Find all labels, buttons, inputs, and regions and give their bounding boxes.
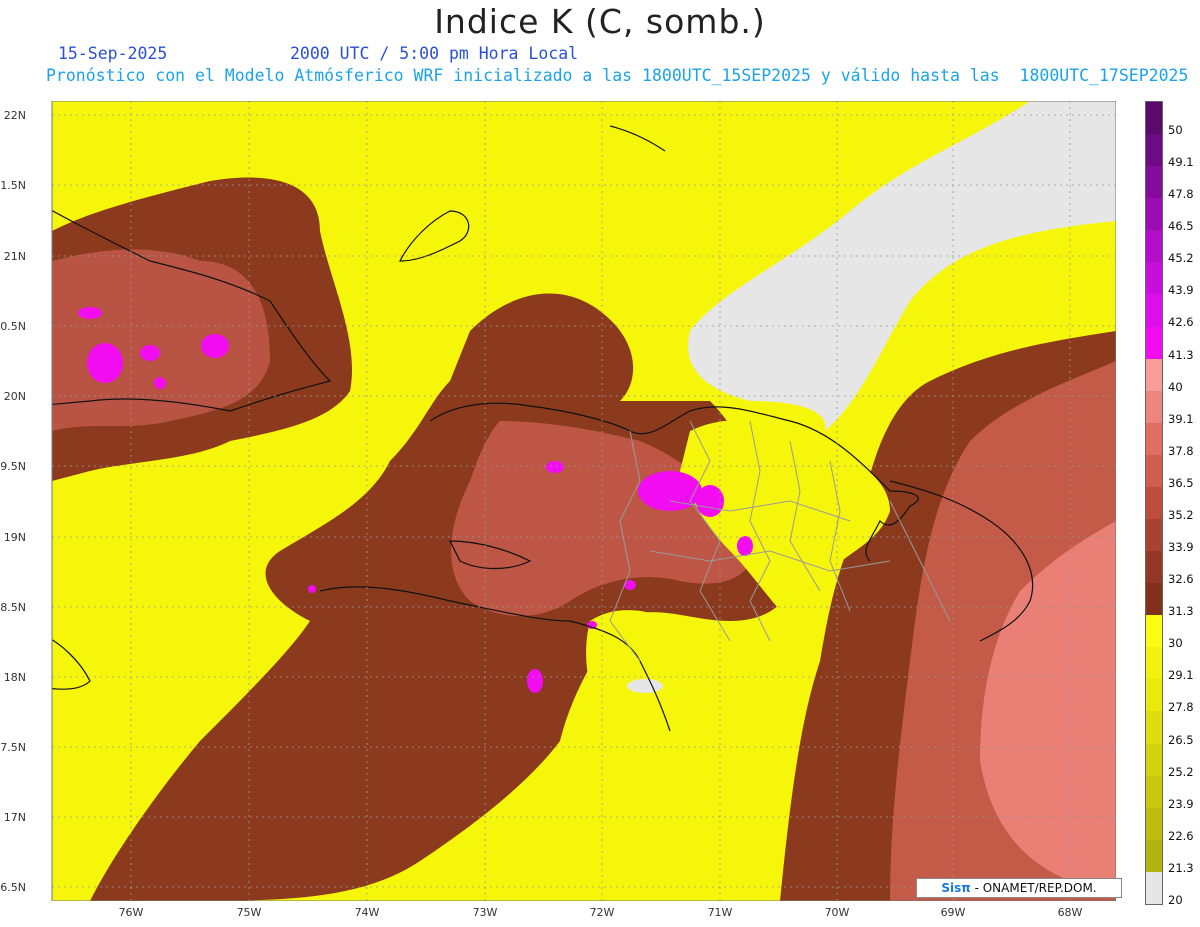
lon-label: 75W	[236, 906, 262, 919]
colorbar-label: 33.9	[1168, 540, 1194, 555]
k-index-map	[51, 101, 1116, 901]
colorbar-label: 47.8	[1168, 187, 1194, 202]
lat-label: 6.5N	[0, 881, 26, 894]
colorbar-segment	[1146, 807, 1162, 840]
lon-label: 73W	[472, 906, 498, 919]
colorbar-segment	[1146, 551, 1162, 584]
lat-label: 21N	[3, 250, 26, 263]
colorbar-label: 35.2	[1168, 507, 1194, 522]
colorbar-segment	[1146, 198, 1162, 231]
colorbar-segment	[1146, 839, 1162, 872]
magenta-patch-13	[308, 585, 316, 593]
colorbar-label: 27.8	[1168, 700, 1194, 715]
colorbar-label: 41.3	[1168, 347, 1194, 362]
colorbar-label: 23.9	[1168, 796, 1194, 811]
brand-logo: Sisπ	[941, 881, 971, 895]
colorbar-label: 32.6	[1168, 572, 1194, 587]
lat-label: 20N	[3, 390, 26, 403]
colorbar-segment	[1146, 615, 1162, 648]
colorbar-label: 50	[1168, 123, 1183, 137]
colorbar-segment	[1146, 647, 1162, 680]
magenta-patch-1	[87, 343, 123, 383]
colorbar-label: 39.1	[1168, 411, 1194, 426]
magenta-patch-8	[737, 536, 753, 556]
k-index-field-gray-spot	[627, 679, 663, 693]
colorbar-label: 49.1	[1168, 155, 1194, 170]
lat-label: 0.5N	[0, 320, 26, 333]
colorbar-segment	[1146, 422, 1162, 455]
colorbar	[1145, 101, 1163, 905]
colorbar-segment	[1146, 358, 1162, 391]
magenta-patch-4	[78, 307, 102, 319]
colorbar-label: 29.1	[1168, 668, 1194, 683]
magenta-patch-7	[696, 485, 724, 517]
colorbar-label: 46.5	[1168, 219, 1194, 234]
map-title: Indice K (C, somb.)	[434, 2, 766, 41]
colorbar-label: 30	[1168, 636, 1183, 651]
lon-label: 71W	[707, 906, 733, 919]
colorbar-label: 22.6	[1168, 828, 1194, 843]
colorbar-segment	[1146, 871, 1162, 904]
lon-label: 69W	[940, 906, 966, 919]
colorbar-segment	[1146, 454, 1162, 487]
lon-label: 74W	[354, 906, 380, 919]
colorbar-label: 20	[1168, 892, 1183, 907]
lat-label: 17N	[3, 811, 26, 824]
colorbar-segment	[1146, 583, 1162, 616]
lon-label: 76W	[118, 906, 144, 919]
lat-label: 22N	[3, 109, 26, 122]
colorbar-label: 42.6	[1168, 315, 1194, 330]
colorbar-label: 25.2	[1168, 764, 1194, 779]
magenta-patch-3	[201, 334, 229, 358]
colorbar-label: 43.9	[1168, 283, 1194, 298]
colorbar-segment	[1146, 486, 1162, 520]
lat-label: 1.5N	[0, 179, 26, 192]
colorbar-segment	[1146, 134, 1162, 167]
magenta-patch-10	[527, 669, 543, 693]
colorbar-segment	[1146, 326, 1162, 359]
model-description: Pronóstico con el Modelo Atmósferico WRF…	[46, 66, 1189, 85]
colorbar-label: 37.8	[1168, 443, 1194, 458]
colorbar-segment	[1146, 775, 1162, 808]
credit-text: - ONAMET/REP.DOM.	[970, 881, 1097, 895]
forecast-date: 15-Sep-2025	[58, 44, 168, 63]
colorbar-label: 40	[1168, 379, 1183, 394]
colorbar-label: 45.2	[1168, 251, 1194, 266]
valid-time: 2000 UTC / 5:00 pm Hora Local	[290, 44, 579, 63]
colorbar-label: 26.5	[1168, 732, 1194, 747]
lat-label: 7.5N	[0, 741, 26, 754]
lon-label: 68W	[1057, 906, 1083, 919]
colorbar-segment	[1146, 102, 1162, 135]
lon-label: 70W	[824, 906, 850, 919]
colorbar-segment	[1146, 679, 1162, 712]
colorbar-label: 31.3	[1168, 604, 1194, 619]
colorbar-label: 36.5	[1168, 475, 1194, 490]
colorbar-segment	[1146, 519, 1162, 552]
colorbar-segment	[1146, 262, 1162, 295]
credit-box: Sisπ - ONAMET/REP.DOM.	[916, 878, 1122, 898]
lat-label: 8.5N	[0, 601, 26, 614]
magenta-patch-2	[140, 345, 160, 361]
lon-label: 72W	[589, 906, 615, 919]
colorbar-segment	[1146, 166, 1162, 199]
colorbar-segment	[1146, 743, 1162, 776]
colorbar-segment	[1146, 294, 1162, 327]
colorbar-segment	[1146, 230, 1162, 263]
magenta-patch-9	[546, 461, 564, 473]
magenta-patch-5	[154, 377, 166, 389]
lat-label: 19N	[3, 531, 26, 544]
colorbar-segment	[1146, 390, 1162, 423]
colorbar-label: 21.3	[1168, 860, 1194, 875]
lat-label: 18N	[3, 671, 26, 684]
map-panel	[30, 101, 1116, 901]
colorbar-segment	[1146, 711, 1162, 744]
lat-label: 9.5N	[0, 460, 26, 473]
